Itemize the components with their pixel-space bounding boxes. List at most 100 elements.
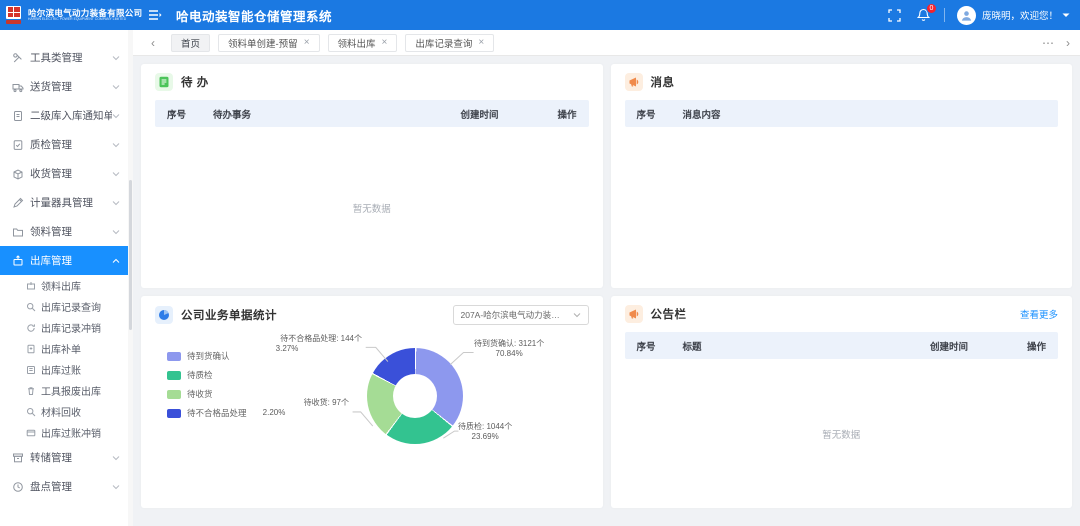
tab-home[interactable]: 首页	[171, 34, 210, 52]
tools-icon	[12, 52, 24, 64]
donut-chart[interactable]	[367, 348, 463, 444]
tab-label: 出库记录查询	[415, 36, 472, 50]
company-name: 哈尔滨电气动力装备有限公司	[28, 9, 142, 18]
writeoff-cycle-icon	[26, 323, 36, 333]
megaphone-icon	[625, 305, 643, 323]
sidebar-item-label: 出库管理	[30, 253, 112, 268]
measuring-pen-icon	[12, 197, 24, 209]
tab-label: 首页	[181, 36, 200, 50]
chevron-down-icon	[112, 171, 120, 177]
todo-panel: 待 办 序号 待办事务 创建时间 操作 暂无数据	[141, 64, 603, 288]
close-icon[interactable]: ×	[478, 38, 484, 48]
search-icon	[26, 302, 36, 312]
notification-bell-icon[interactable]: 0	[917, 8, 930, 22]
close-icon[interactable]: ×	[382, 38, 388, 48]
company-logo-block: 哈尔滨电气动力装备有限公司 HARBIN ELECTRIC POWER EQUI…	[6, 6, 134, 25]
sidebar-subitem-tool-scrap-outbound[interactable]: 工具报废出库	[0, 380, 128, 401]
sidebar-item-requisition-management[interactable]: 领料管理	[0, 217, 128, 246]
chevron-down-icon	[573, 312, 581, 318]
sidebar-item-label: 转储管理	[30, 450, 112, 465]
tabs-more-icon[interactable]: ⋯	[1042, 36, 1054, 50]
chevron-down-icon	[112, 229, 120, 235]
sidebar-item-label: 质检管理	[30, 137, 112, 152]
tab-requisition-create[interactable]: 领料单创建-预留 ×	[218, 34, 320, 52]
tab-label: 领料出库	[338, 36, 376, 50]
pie-label-arrival-confirm: 待到货确认: 3121个 70.84%	[474, 339, 544, 359]
message-panel: 消息 序号 消息内容	[611, 64, 1073, 288]
top-header-bar: 哈尔滨电气动力装备有限公司 HARBIN ELECTRIC POWER EQUI…	[0, 0, 1080, 30]
sidebar-item-inbound-notice[interactable]: 二级库入库通知单	[0, 101, 128, 130]
tabs-scroll-right-icon[interactable]: ›	[1066, 36, 1070, 50]
sidebar-item-label: 送货管理	[30, 79, 112, 94]
sidebar-item-stocktake-management[interactable]: 盘点管理	[0, 472, 128, 501]
column-header: 序号	[637, 107, 683, 121]
sidebar-item-outbound-management[interactable]: 出库管理	[0, 246, 128, 275]
legend-label: 待质检	[187, 369, 213, 381]
tab-label: 领料单创建-预留	[228, 36, 298, 50]
sidebar-subitem-outbound-posting[interactable]: 出库过账	[0, 359, 128, 380]
view-more-link[interactable]: 查看更多	[1020, 310, 1058, 321]
sidebar-subitem-requisition-outbound[interactable]: 领料出库	[0, 275, 128, 296]
sidebar-item-transfer-management[interactable]: 转储管理	[0, 443, 128, 472]
todo-document-icon	[155, 73, 173, 91]
column-header: 创建时间	[461, 107, 541, 121]
sidebar-item-label: 二级库入库通知单	[30, 108, 112, 123]
column-header: 消息内容	[683, 107, 1047, 121]
requisition-folder-icon	[12, 226, 24, 238]
sidebar-scrollbar[interactable]	[128, 30, 133, 526]
sidebar-subitem-label: 出库记录查询	[41, 299, 101, 314]
sidebar-subitem-label: 材料回收	[41, 404, 81, 419]
sidebar-item-tool-management[interactable]: 工具类管理	[0, 43, 128, 72]
user-menu[interactable]: 庞晓明，欢迎您！	[957, 6, 1070, 25]
posting-document-icon	[26, 365, 36, 375]
chevron-down-icon	[112, 484, 120, 490]
legend-swatch	[167, 390, 181, 399]
donut-chart-area: 待到货确认 待质检 待收货	[155, 332, 589, 508]
legend-swatch	[167, 371, 181, 380]
sidebar-subitem-outbound-record-writeoff[interactable]: 出库记录冲销	[0, 317, 128, 338]
sidebar-subitem-outbound-record-query[interactable]: 出库记录查询	[0, 296, 128, 317]
sidebar-subitem-label: 出库补单	[41, 341, 81, 356]
panel-title: 公司业务单据统计	[181, 307, 277, 323]
sidebar-item-label: 收货管理	[30, 166, 112, 181]
column-header: 操作	[541, 107, 577, 121]
sidebar-subitem-label: 出库记录冲销	[41, 320, 101, 335]
sidebar-item-quality-management[interactable]: 质检管理	[0, 130, 128, 159]
bulletin-panel: 公告栏 查看更多 序号 标题 创建时间 操作 暂无数据	[611, 296, 1073, 508]
message-table-header: 序号 消息内容	[625, 100, 1059, 127]
legend-item[interactable]: 待质检	[167, 369, 247, 381]
sidebar-item-label: 工具类管理	[30, 50, 112, 65]
sidebar-item-measuring-instruments[interactable]: 计量器具管理	[0, 188, 128, 217]
inbound-notice-icon	[12, 110, 24, 122]
user-greeting: 庞晓明，欢迎您！	[982, 8, 1058, 22]
company-filter-select[interactable]: 207A-哈尔滨电气动力装备有限公	[453, 305, 589, 325]
receiving-box-icon	[12, 168, 24, 180]
trash-icon	[26, 386, 36, 396]
sidebar-nav: 工具类管理 送货管理 二级库入库通知单 质检管理 收货管理	[0, 30, 128, 526]
sidebar-subitem-material-recycle[interactable]: 材料回收	[0, 401, 128, 422]
column-header: 序号	[637, 339, 683, 353]
tab-outbound-record-query[interactable]: 出库记录查询 ×	[405, 34, 494, 52]
sidebar-subitem-label: 出库过账冲销	[41, 425, 101, 440]
chevron-down-icon	[112, 84, 120, 90]
sidebar-collapse-icon[interactable]	[148, 9, 162, 21]
chevron-down-icon	[112, 55, 120, 61]
chevron-down-icon	[112, 113, 120, 119]
close-icon[interactable]: ×	[304, 38, 310, 48]
sidebar-subitem-label: 领料出库	[41, 278, 81, 293]
fullscreen-icon[interactable]	[888, 9, 901, 22]
empty-state-text: 暂无数据	[822, 427, 860, 441]
sidebar-item-receiving-management[interactable]: 收货管理	[0, 159, 128, 188]
tabs-scroll-left-icon[interactable]: ‹	[143, 36, 163, 50]
chevron-up-icon	[112, 258, 120, 264]
sidebar-subitem-label: 出库过账	[41, 362, 81, 377]
sidebar-subitem-outbound-supplement[interactable]: 出库补单	[0, 338, 128, 359]
sidebar-item-delivery-management[interactable]: 送货管理	[0, 72, 128, 101]
tab-requisition-outbound[interactable]: 领料出库 ×	[328, 34, 398, 52]
sidebar-subitem-outbound-posting-writeoff[interactable]: 出库过账冲销	[0, 422, 128, 443]
card-icon	[26, 428, 36, 438]
pie-label-nonconforming: 待不合格品处理: 144个 3.27%	[212, 334, 362, 354]
sidebar-item-label: 领料管理	[30, 224, 112, 239]
pie-label-receiving: 待收货: 97个 2.20%	[199, 398, 349, 418]
megaphone-icon	[625, 73, 643, 91]
